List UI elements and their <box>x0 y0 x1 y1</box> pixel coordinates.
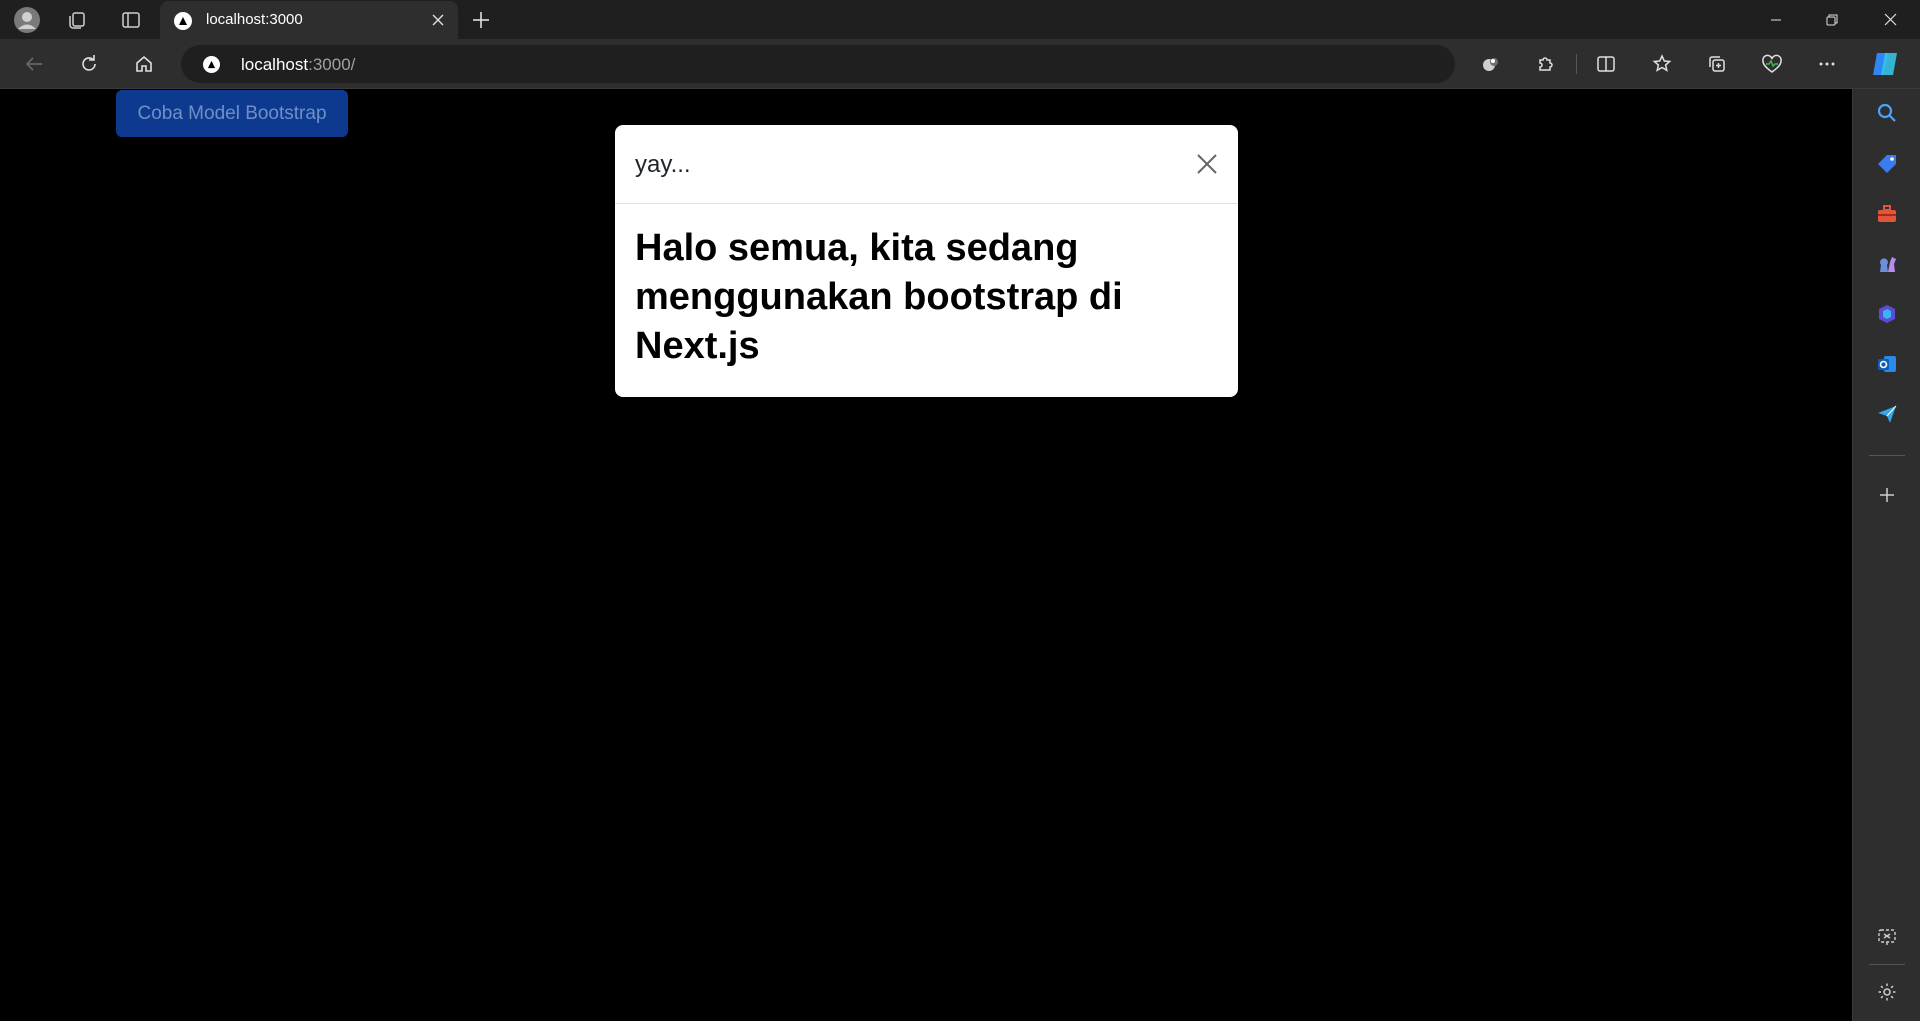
toolbar-divider <box>1576 54 1577 74</box>
tab-title: localhost:3000 <box>206 11 303 28</box>
vertical-tabs-icon[interactable] <box>117 6 145 34</box>
refresh-icon[interactable] <box>73 48 105 80</box>
sidebar-divider-bottom <box>1869 964 1905 965</box>
edge-sidebar <box>1852 89 1920 1021</box>
url-host: localhost <box>241 55 309 74</box>
send-paper-plane-icon[interactable] <box>1873 400 1901 428</box>
profile-avatar-icon[interactable] <box>13 6 41 34</box>
browser-essentials-icon[interactable] <box>1756 48 1788 80</box>
search-icon[interactable] <box>1873 99 1901 127</box>
url-text[interactable]: localhost:3000/ <box>241 55 355 75</box>
restore-icon[interactable] <box>1804 0 1860 39</box>
shopping-tag-icon[interactable] <box>1873 150 1901 178</box>
copilot-icon[interactable] <box>1868 48 1904 80</box>
page-viewport: Coba Model Bootstrap yay... Halo semua, … <box>0 89 1852 1021</box>
title-bar: localhost:3000 <box>0 0 1920 39</box>
sidebar-divider <box>1869 455 1905 456</box>
tools-briefcase-icon[interactable] <box>1873 200 1901 228</box>
outlook-icon[interactable] <box>1873 350 1901 378</box>
modal-title: yay... <box>635 151 691 178</box>
games-chess-icon[interactable] <box>1873 250 1901 278</box>
minimize-icon[interactable] <box>1748 0 1804 39</box>
more-options-icon[interactable] <box>1811 48 1843 80</box>
url-path: :3000/ <box>308 55 356 74</box>
open-modal-button[interactable]: Coba Model Bootstrap <box>116 90 348 137</box>
split-screen-icon[interactable] <box>1590 48 1622 80</box>
microsoft-365-icon[interactable] <box>1873 300 1901 328</box>
modal-body-text: Halo semua, kita sedang menggunakan boot… <box>635 227 1123 367</box>
back-arrow-icon[interactable] <box>18 48 50 80</box>
extensions-puzzle-icon[interactable] <box>1530 48 1562 80</box>
modal-header: yay... <box>615 125 1238 204</box>
home-icon[interactable] <box>128 48 160 80</box>
settings-gear-icon[interactable] <box>1873 978 1901 1006</box>
address-bar[interactable]: localhost:3000/ <box>181 45 1455 83</box>
close-window-icon[interactable] <box>1862 0 1918 39</box>
collections-icon[interactable] <box>1701 48 1733 80</box>
tab-close-icon[interactable] <box>428 10 448 30</box>
site-favicon-icon <box>203 56 220 73</box>
modal-dialog: yay... Halo semua, kita sedang menggunak… <box>615 125 1238 397</box>
favorites-star-icon[interactable] <box>1646 48 1678 80</box>
modal-close-icon[interactable] <box>1192 149 1222 179</box>
extension-orb-icon[interactable] <box>1475 48 1507 80</box>
add-icon[interactable] <box>1873 481 1901 509</box>
workspaces-icon[interactable] <box>63 6 91 34</box>
screenshot-icon[interactable] <box>1873 923 1901 951</box>
nextjs-favicon-icon <box>174 12 192 30</box>
new-tab-button[interactable] <box>466 6 496 34</box>
tab-localhost[interactable]: localhost:3000 <box>160 1 458 39</box>
browser-toolbar: localhost:3000/ <box>0 39 1920 89</box>
